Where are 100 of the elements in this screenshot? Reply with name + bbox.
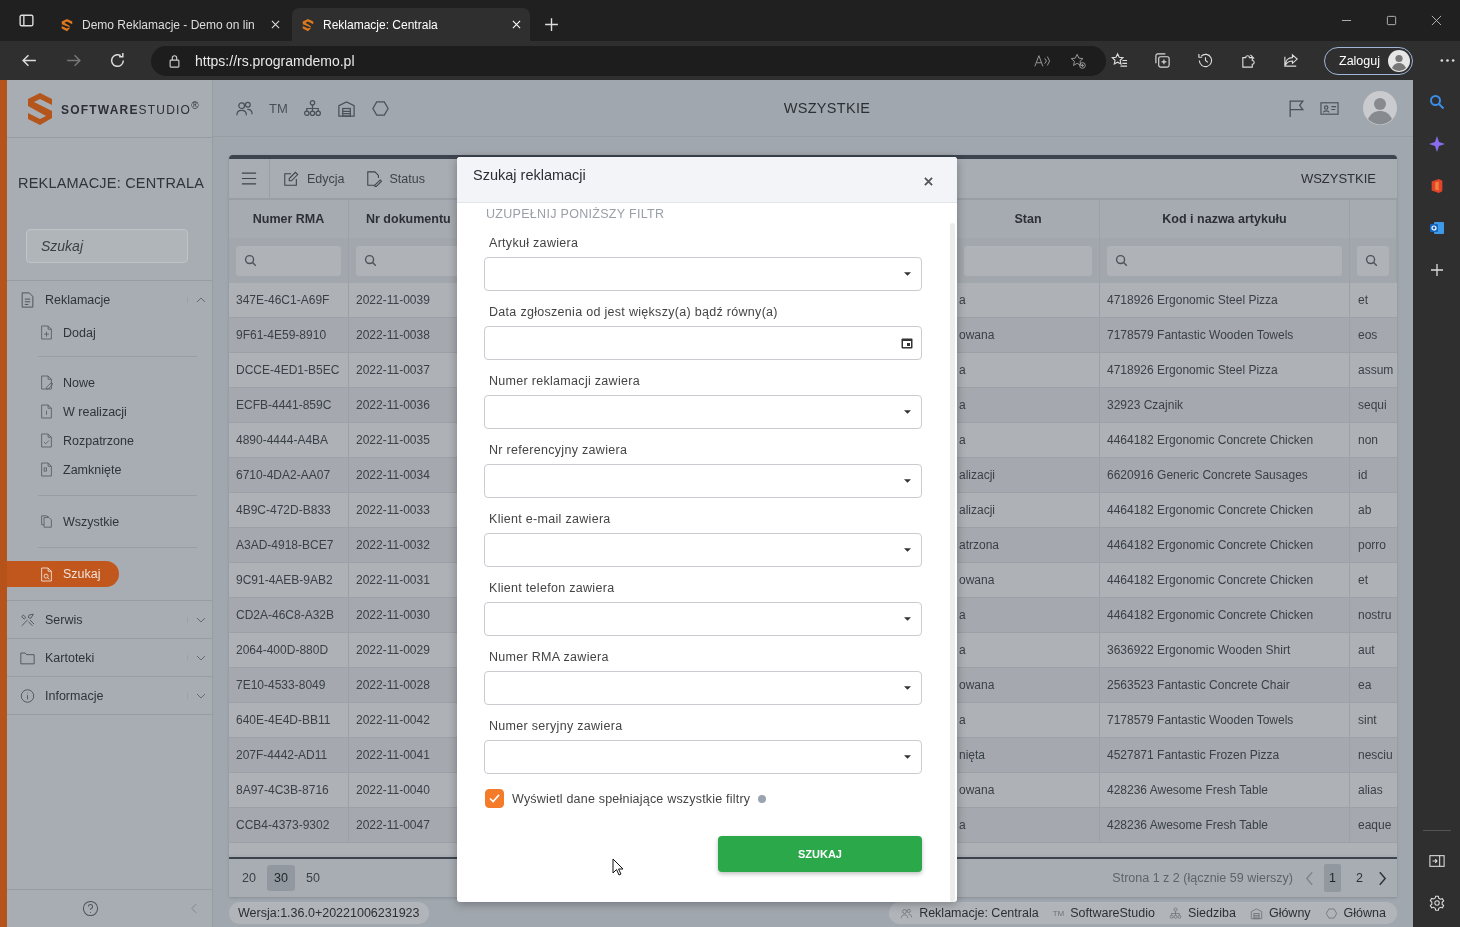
page-button[interactable]: 2 [1351, 864, 1368, 892]
table-cell: owana [957, 773, 1100, 808]
document-search-icon [40, 566, 53, 582]
search-icon [244, 254, 257, 267]
nav-item[interactable]: Wszystkie [7, 507, 187, 536]
table-cell: eos [1350, 318, 1397, 353]
people-icon [900, 906, 914, 920]
dropdown-field[interactable] [484, 395, 922, 429]
table-cell: 32923 Czajnik [1100, 388, 1350, 423]
table-cell: assum [1350, 353, 1397, 388]
nav-item[interactable]: Rozpatrzone [7, 426, 187, 455]
table-cell: 8A97-4C3B-8716 [229, 773, 349, 808]
dropdown-field[interactable] [484, 257, 922, 291]
tab-actions-icon[interactable] [18, 12, 35, 29]
nav-group[interactable]: Kartoteki [7, 638, 212, 676]
toolbar-button[interactable]: Edycja [283, 170, 353, 187]
page-button[interactable]: 1 [1324, 864, 1341, 892]
table-cell: aut [1350, 633, 1397, 668]
toolbar-button[interactable]: Status [365, 170, 433, 187]
browser-tab[interactable]: Demo Reklamacje - Demo on lin [51, 8, 289, 41]
checkbox[interactable] [485, 789, 504, 808]
table-cell: 3636922 Ergonomic Wooden Shirt [1100, 633, 1350, 668]
context-label: Główna [1343, 906, 1386, 920]
address-bar[interactable]: https://rs.programdemo.pl [151, 45, 1106, 76]
dropdown-field[interactable] [484, 464, 922, 498]
page-size-option[interactable]: 30 [267, 865, 295, 891]
column-header[interactable]: Numer RMA [229, 200, 349, 238]
dropdown-field[interactable] [484, 602, 922, 636]
filter-field[interactable] [236, 245, 341, 276]
search-icon [364, 254, 377, 267]
nav-group[interactable]: Serwis [7, 600, 212, 638]
refresh-icon[interactable] [109, 52, 126, 69]
mail-app-icon[interactable] [1428, 220, 1445, 236]
search-icon[interactable] [1428, 94, 1445, 110]
date-field[interactable] [484, 326, 922, 360]
table-cell: 9F61-4E59-8910 [229, 318, 349, 353]
sidebar-title: REKLAMACJE: CENTRALA [18, 175, 206, 191]
help-icon[interactable] [82, 900, 99, 917]
favorite-add-icon[interactable] [1070, 52, 1086, 69]
table-cell: eaque [1350, 808, 1397, 843]
table-cell: 9C91-4AEB-9AB2 [229, 563, 349, 598]
new-tab-icon[interactable] [543, 16, 560, 33]
caret-icon [904, 686, 911, 690]
tools-icon [20, 611, 35, 628]
nav-item[interactable]: Szukaj [7, 561, 119, 587]
document-pen-icon [365, 170, 382, 187]
table-cell: CCB4-4373-9302 [229, 808, 349, 843]
table-cell: 4464182 Ergonomic Concrete Chicken [1100, 598, 1350, 633]
table-cell: sequi [1350, 388, 1397, 423]
menu-icon[interactable] [241, 172, 257, 185]
dropdown-field[interactable] [484, 671, 922, 705]
add-icon[interactable] [1428, 262, 1445, 278]
dropdown-field[interactable] [484, 533, 922, 567]
search-button[interactable]: SZUKAJ [718, 836, 922, 872]
extensions-icon[interactable] [1240, 52, 1257, 69]
table-cell: 428236 Awesome Fresh Table [1100, 808, 1350, 843]
page-size-option[interactable]: 50 [299, 865, 327, 891]
table-cell: owana [957, 668, 1100, 703]
table-cell: 428236 Awesome Fresh Table [1100, 773, 1350, 808]
history-icon[interactable] [1197, 52, 1214, 69]
panel-icon[interactable] [1428, 853, 1445, 869]
page-size-option[interactable]: 20 [235, 865, 263, 891]
table-cell: non [1350, 423, 1397, 458]
table-cell: 4464182 Ergonomic Concrete Chicken [1100, 528, 1350, 563]
collections-icon[interactable] [1154, 52, 1171, 69]
table-cell: 640E-4E4D-BB11 [229, 703, 349, 738]
next-page-icon[interactable] [1378, 870, 1387, 886]
settings-icon[interactable] [1428, 895, 1445, 911]
nav-group[interactable]: Reklamacje [7, 281, 212, 318]
read-aloud-icon[interactable] [1034, 52, 1050, 69]
dropdown-field[interactable] [484, 740, 922, 774]
filter-field[interactable] [1107, 245, 1342, 276]
nav-group[interactable]: Informacje [7, 676, 212, 714]
table-cell: nesciu [1350, 738, 1397, 773]
context-label: Główny [1268, 906, 1311, 920]
table-cell: a [957, 388, 1100, 423]
documents-icon [40, 514, 53, 529]
browser-tab[interactable]: Reklamacje: Centrala [292, 8, 530, 41]
context-label: Reklamacje: Centrala [919, 906, 1039, 920]
share-icon[interactable] [1283, 52, 1300, 69]
table-cell: 6710-4DA2-AA07 [229, 458, 349, 493]
filter-field[interactable] [1357, 245, 1389, 276]
nav-item[interactable]: Zamknięte [7, 455, 187, 484]
close-icon[interactable] [924, 177, 933, 186]
document-pen-icon [40, 375, 53, 390]
back-icon[interactable] [21, 52, 38, 69]
table-cell: a [957, 423, 1100, 458]
nav-item[interactable]: Nowe [7, 368, 187, 397]
cursor-icon [612, 858, 624, 876]
favorites-icon[interactable] [1111, 52, 1128, 69]
maximize-icon[interactable] [1386, 15, 1397, 26]
document-plus-icon [40, 325, 53, 340]
close-icon[interactable] [1431, 15, 1442, 26]
table-cell: 4464182 Ergonomic Concrete Chicken [1100, 423, 1350, 458]
flag-icon[interactable] [1287, 98, 1306, 118]
view-label: WSZYSTKIE [1300, 171, 1376, 186]
search-field[interactable]: Szukaj [26, 229, 188, 263]
sparkle-icon[interactable] [1428, 136, 1445, 152]
nav-item[interactable]: Dodaj [7, 318, 187, 347]
nav-item[interactable]: W realizacji [7, 397, 187, 426]
